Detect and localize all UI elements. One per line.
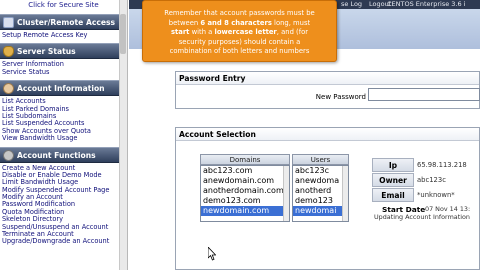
domain-option[interactable]: anewdomain.com <box>201 176 289 186</box>
sidebar-scroll-thumb[interactable] <box>120 14 126 54</box>
domains-header: Domains <box>200 154 290 165</box>
hint-line-1: Remember that account passwords must be <box>164 9 315 17</box>
link-bandwidth-usage[interactable]: View Bandwidth Usage <box>2 134 127 142</box>
section-cluster-remote-access[interactable]: Cluster/Remote Access <box>0 14 127 30</box>
hint-line-2: between 6 and 8 characters long, must <box>168 18 311 27</box>
section-title: Server Status <box>17 47 76 57</box>
account-information-links: List Accounts List Parked Domains List S… <box>0 96 127 142</box>
owner-label: Owner <box>372 173 414 187</box>
server-status-links: Server Information Service Status <box>0 59 127 76</box>
ip-label: Ip <box>372 158 414 172</box>
sidebar: Click for Secure Site Cluster/Remote Acc… <box>0 0 128 270</box>
panel-title: Account Selection <box>176 128 479 141</box>
log-link[interactable]: se Log <box>341 0 362 9</box>
section-account-information[interactable]: Account Information <box>0 80 127 97</box>
new-password-label: New Password <box>315 93 366 101</box>
cluster-links: Setup Remote Access Key <box>0 30 127 39</box>
password-hint-tooltip: Remember that account passwords must be … <box>142 0 337 62</box>
user-option[interactable]: anotherd <box>293 186 348 196</box>
mouse-cursor-icon <box>208 247 216 261</box>
hint-line-5: combination of both letters and numbers <box>169 47 310 56</box>
user-option-selected[interactable]: newdomai <box>293 206 348 216</box>
email-value: *unknown* <box>417 191 455 199</box>
updating-status: Updating Account Information <box>374 213 470 221</box>
sidebar-scrollbar[interactable] <box>119 0 127 270</box>
user-option[interactable]: abc123c <box>293 166 348 176</box>
cluster-icon <box>3 17 14 28</box>
new-password-input[interactable] <box>368 88 480 101</box>
person-icon <box>3 83 14 95</box>
section-title: Account Information <box>17 84 105 94</box>
domains-list[interactable]: abc123.com anewdomain.com anotherdomain.… <box>200 165 290 222</box>
panel-title: Password Entry <box>176 72 479 85</box>
domains-scrollbar[interactable] <box>283 166 289 221</box>
section-server-status[interactable]: Server Status <box>0 43 127 60</box>
domain-option[interactable]: demo123.com <box>201 196 289 206</box>
ip-value: 65.98.113.218 <box>417 161 467 169</box>
section-title: Cluster/Remote Access <box>17 18 116 27</box>
account-selection-panel: Account Selection Domains abc123.com ane… <box>175 127 480 270</box>
shield-icon <box>3 46 14 58</box>
email-label: Email <box>372 188 414 202</box>
link-upgrade-account[interactable]: Upgrade/Downgrade an Account <box>2 238 127 246</box>
users-header: Users <box>292 154 349 165</box>
domain-option-selected[interactable]: newdomain.com <box>201 206 289 216</box>
hint-line-3: start with a lowercase letter, and (for <box>170 28 309 37</box>
domain-option[interactable]: anotherdomain.com <box>201 186 289 196</box>
users-scrollbar[interactable] <box>342 166 348 221</box>
account-functions-links: Create a New Account Disable or Enable D… <box>0 163 127 246</box>
users-list[interactable]: abc123c anewdoma anotherd demo123 newdom… <box>292 165 349 222</box>
secure-site-link[interactable]: Click for Secure Site <box>0 0 127 10</box>
link-setup-remote-access-key[interactable]: Setup Remote Access Key <box>2 31 127 39</box>
os-label: CENTOS Enterprise 3.6 i <box>387 0 466 8</box>
owner-value: abc123c <box>417 176 446 184</box>
hint-line-4: security purposes) should contain a <box>178 37 301 46</box>
section-title: Account Functions <box>17 150 96 160</box>
main-content: Password Entry New Password Account Sele… <box>129 49 480 270</box>
gear-icon <box>3 149 14 161</box>
domain-option[interactable]: abc123.com <box>201 166 289 176</box>
user-option[interactable]: anewdoma <box>293 176 348 186</box>
section-account-functions[interactable]: Account Functions <box>0 146 127 163</box>
user-option[interactable]: demo123 <box>293 196 348 206</box>
password-entry-panel: Password Entry New Password <box>175 71 480 109</box>
link-service-status[interactable]: Service Status <box>2 68 127 76</box>
start-date-value: 07 Nov 14 13: <box>425 205 471 213</box>
